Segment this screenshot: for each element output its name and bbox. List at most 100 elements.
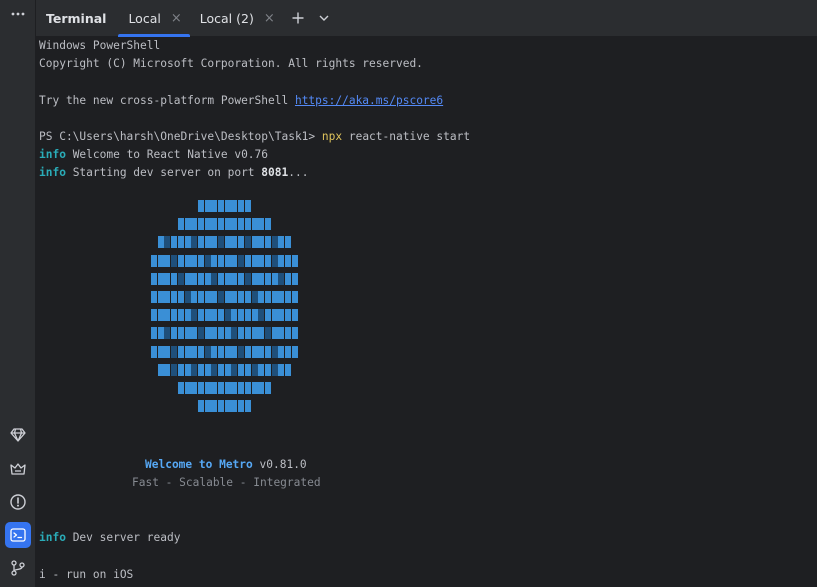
logo-block xyxy=(211,254,218,267)
logo-block xyxy=(184,236,191,249)
logo-block xyxy=(244,345,251,358)
logo-block xyxy=(244,200,251,212)
logo-block xyxy=(285,236,291,249)
logo-block xyxy=(157,309,164,322)
logo-block xyxy=(231,200,238,212)
output-line: Windows PowerShell xyxy=(39,39,161,52)
logo-block xyxy=(258,363,265,376)
logo-block xyxy=(197,345,204,358)
tab-local-2[interactable]: Local (2) × xyxy=(190,0,283,37)
logo-block xyxy=(231,254,238,267)
logo-block xyxy=(244,363,251,376)
tab-local[interactable]: Local × xyxy=(118,0,191,37)
logo-block xyxy=(251,272,258,285)
logo-block xyxy=(238,254,245,267)
output-line: Copyright (C) Microsoft Corporation. All… xyxy=(39,57,423,70)
chevron-down-icon[interactable] xyxy=(313,7,335,29)
git-icon[interactable] xyxy=(5,555,31,581)
logo-block xyxy=(244,218,251,231)
output-line: info Welcome to React Native v0.76 xyxy=(39,148,269,161)
logo-block xyxy=(258,254,265,267)
logo-block xyxy=(184,254,191,267)
info-tag: info xyxy=(39,148,66,161)
logo-block xyxy=(164,345,171,358)
logo-block xyxy=(271,272,278,285)
logo-block xyxy=(204,309,211,322)
logo-block xyxy=(251,345,258,358)
logo-block xyxy=(291,291,298,303)
logo-block xyxy=(164,327,171,340)
logo-block xyxy=(258,218,265,231)
logo-block xyxy=(151,309,157,322)
logo-block xyxy=(258,345,265,358)
logo-block xyxy=(164,236,171,249)
logo-block xyxy=(184,218,191,231)
logo-block xyxy=(271,236,278,249)
logo-block xyxy=(151,254,157,267)
logo-block xyxy=(211,309,218,322)
logo-block xyxy=(157,254,164,267)
logo-block xyxy=(251,382,258,394)
logo-block xyxy=(224,218,231,231)
logo-block xyxy=(238,400,245,413)
logo-block xyxy=(171,272,178,285)
logo-block xyxy=(285,291,291,303)
logo-block xyxy=(285,363,291,376)
logo-block xyxy=(191,345,198,358)
logo-block xyxy=(204,327,211,340)
logo-block xyxy=(211,327,218,340)
terminal-icon[interactable] xyxy=(5,522,31,548)
logo-block xyxy=(231,345,238,358)
logo-block xyxy=(164,363,171,376)
close-icon[interactable]: × xyxy=(264,11,275,26)
logo-block xyxy=(238,327,245,340)
logo-block xyxy=(218,363,224,376)
logo-block xyxy=(157,363,164,376)
logo-block xyxy=(164,309,171,322)
logo-block xyxy=(231,382,238,394)
logo-block xyxy=(231,363,238,376)
logo-block xyxy=(157,345,164,358)
logo-block xyxy=(171,254,178,267)
logo-block xyxy=(264,345,271,358)
deploy-icon[interactable] xyxy=(5,456,31,482)
logo-block xyxy=(224,254,231,267)
problems-icon[interactable] xyxy=(5,489,31,515)
tool-window-strip xyxy=(0,0,36,587)
logo-block xyxy=(251,309,258,322)
pscore-link[interactable]: https://aka.ms/pscore6 xyxy=(295,94,443,107)
logo-block xyxy=(285,254,291,267)
logo-block xyxy=(244,236,251,249)
logo-block xyxy=(171,363,178,376)
command-line: PS C:\Users\harsh\OneDrive\Desktop\Task1… xyxy=(39,128,470,146)
info-tag: info xyxy=(39,166,66,179)
logo-block xyxy=(204,400,211,413)
logo-block xyxy=(164,254,171,267)
logo-block xyxy=(164,272,171,285)
terminal-header: Terminal Local × Local (2) × xyxy=(36,0,817,37)
logo-block xyxy=(244,382,251,394)
more-icon[interactable] xyxy=(5,0,31,26)
plus-icon[interactable] xyxy=(287,7,309,29)
logo-block xyxy=(285,345,291,358)
logo-block xyxy=(197,382,204,394)
logo-block xyxy=(291,254,298,267)
logo-block xyxy=(204,345,211,358)
logo-block xyxy=(278,309,285,322)
logo-block xyxy=(204,254,211,267)
logo-block xyxy=(211,400,218,413)
info-tag: info xyxy=(39,531,66,544)
logo-block xyxy=(258,309,265,322)
logo-block xyxy=(271,291,278,303)
logo-block xyxy=(218,236,224,249)
logo-block xyxy=(244,291,251,303)
logo-block xyxy=(211,382,218,394)
logo-block xyxy=(197,254,204,267)
logo-block xyxy=(231,291,238,303)
logo-block xyxy=(191,363,198,376)
close-icon[interactable]: × xyxy=(171,11,182,26)
logo-block xyxy=(238,291,245,303)
logo-block xyxy=(204,236,211,249)
metro-welcome-line: Welcome to Metro v0.81.0 xyxy=(145,458,307,471)
gem-icon[interactable] xyxy=(5,422,31,448)
